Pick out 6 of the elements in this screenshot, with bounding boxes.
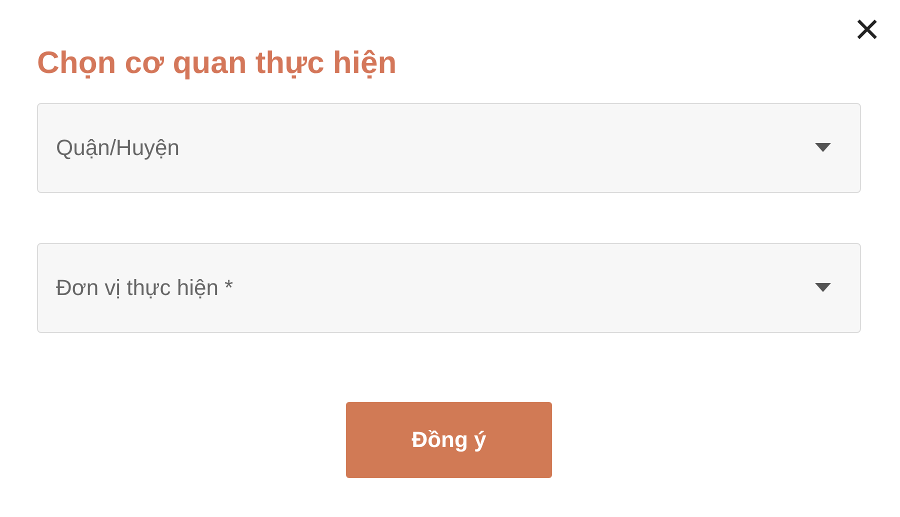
- select-field[interactable]: Đơn vị thực hiện *: [37, 243, 861, 333]
- caret-icon: [815, 143, 831, 152]
- dialog-title: Chọn cơ quan thực hiện: [37, 44, 398, 82]
- close-button[interactable]: ×: [850, 10, 884, 50]
- caret-icon: [815, 283, 831, 292]
- select-field[interactable]: Quận/Huyện: [37, 103, 861, 193]
